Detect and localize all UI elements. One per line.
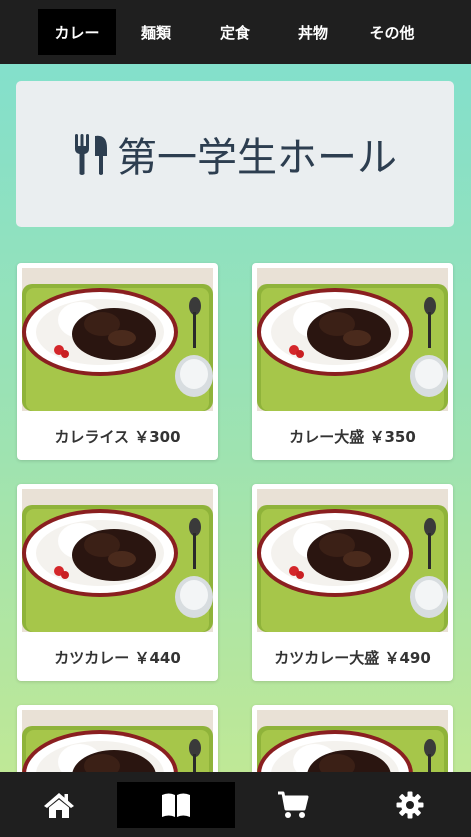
tab-rice-bowl[interactable]: 丼物 xyxy=(274,9,352,55)
menu-item-caption: カレー大盛 ￥350 xyxy=(289,427,416,446)
menu-item-caption: カレライス ￥300 xyxy=(54,427,181,446)
menu-item-photo xyxy=(257,489,448,632)
nav-cart-button[interactable] xyxy=(234,782,352,828)
bottom-navigation xyxy=(0,772,471,837)
gear-icon xyxy=(396,791,424,819)
menu-item-caption: カツカレー大盛 ￥490 xyxy=(274,648,431,667)
tab-other[interactable]: その他 xyxy=(353,9,431,55)
cafeteria-banner: 第一学生ホール xyxy=(16,81,454,227)
menu-item-card[interactable]: カレライス ￥300 xyxy=(17,263,218,460)
book-icon xyxy=(160,792,192,818)
tab-noodles[interactable]: 麺類 xyxy=(117,9,195,55)
menu-item-card[interactable]: カツカレー ￥440 xyxy=(17,484,218,681)
category-tab-bar: カレー 麺類 定食 丼物 その他 xyxy=(0,0,471,64)
menu-item-photo xyxy=(22,268,213,411)
nav-settings-button[interactable] xyxy=(351,782,469,828)
menu-item-photo xyxy=(257,268,448,411)
menu-item-photo xyxy=(22,489,213,632)
cart-icon xyxy=(277,791,309,819)
nav-menu-button[interactable] xyxy=(117,782,235,828)
banner-title: 第一学生ホール xyxy=(117,135,397,181)
nav-home-button[interactable] xyxy=(0,782,118,828)
home-icon xyxy=(43,791,75,819)
banner-title-group: 第一学生ホール xyxy=(73,125,397,183)
tab-set-meal[interactable]: 定食 xyxy=(196,9,274,55)
menu-item-card[interactable]: カレー大盛 ￥350 xyxy=(252,263,453,460)
menu-item-caption: カツカレー ￥440 xyxy=(54,648,181,667)
utensils-icon xyxy=(73,132,109,176)
menu-item-card[interactable]: カツカレー大盛 ￥490 xyxy=(252,484,453,681)
tab-curry[interactable]: カレー xyxy=(38,9,116,55)
